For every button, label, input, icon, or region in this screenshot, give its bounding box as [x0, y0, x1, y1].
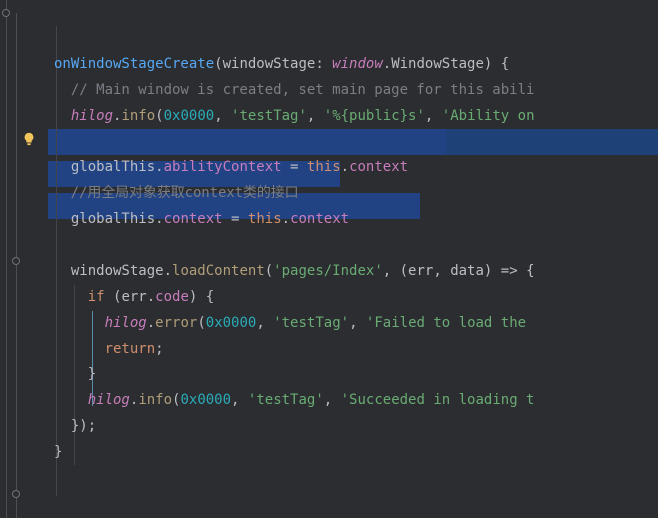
token-punct: .: [282, 211, 290, 227]
token-string: 'Failed to load the: [366, 315, 535, 331]
token-string: 'testTag': [248, 392, 324, 408]
token-punct: .: [164, 263, 172, 279]
token-string: 'pages/Index': [273, 263, 383, 279]
token-punct: .: [155, 159, 163, 175]
token-ident: hilog: [71, 108, 113, 124]
token-param: data: [450, 263, 484, 279]
token-punct: .: [155, 211, 163, 227]
token-string: 'testTag': [273, 315, 349, 331]
token-type: WindowStage: [391, 56, 484, 72]
token-method: info: [121, 108, 155, 124]
token-punct: ,: [349, 315, 366, 331]
token-punct: (: [214, 56, 222, 72]
token-punct: ,: [433, 263, 450, 279]
token-property: code: [155, 289, 189, 305]
token-this: this: [248, 211, 282, 227]
token-operator: =: [223, 211, 248, 227]
token-punct: (: [105, 289, 122, 305]
token-punct: ) {: [189, 289, 214, 305]
token-number: 0x0000: [206, 315, 257, 331]
token-punct: .: [383, 56, 391, 72]
token-ident: hilog: [105, 315, 147, 331]
token-ident: err: [121, 289, 146, 305]
token-ident: globalThis: [71, 211, 155, 227]
token-punct: (: [155, 108, 163, 124]
token-comment: //用全局对象获取context类的接口: [71, 185, 299, 201]
token-function: onWindowStageCreate: [54, 56, 214, 72]
token-punct: .: [341, 159, 349, 175]
token-punct: ;: [155, 341, 163, 357]
token-string: 'Ability on: [442, 108, 535, 124]
code-area[interactable]: onWindowStageCreate(windowStage: window.…: [48, 0, 658, 518]
token-punct: ,: [425, 108, 442, 124]
token-punct: (: [197, 315, 205, 331]
token-string: '%{public}s': [324, 108, 425, 124]
token-number: 0x0000: [180, 392, 231, 408]
token-method: info: [138, 392, 172, 408]
token-punct: (: [265, 263, 273, 279]
token-param: err: [408, 263, 433, 279]
token-string: 'testTag': [231, 108, 307, 124]
gutter: [0, 0, 48, 518]
token-method: error: [155, 315, 197, 331]
token-this: this: [307, 159, 341, 175]
token-ident: globalThis: [71, 159, 155, 175]
token-punct: .: [147, 289, 155, 305]
token-param: windowStage: [223, 56, 316, 72]
token-punct: ,: [231, 392, 248, 408]
token-punct: ,: [256, 315, 273, 331]
token-punct: ,: [324, 392, 341, 408]
token-punct: }: [88, 366, 96, 382]
token-namespace: window: [332, 56, 383, 72]
token-punct: }: [54, 444, 62, 460]
token-punct: ,: [307, 108, 324, 124]
intention-bulb-icon[interactable]: [22, 132, 36, 146]
token-punct: ,: [214, 108, 231, 124]
token-property: context: [349, 159, 408, 175]
token-punct: ) => {: [484, 263, 535, 279]
token-punct: });: [71, 418, 96, 434]
token-ident: hilog: [88, 392, 130, 408]
token-number: 0x0000: [164, 108, 215, 124]
token-property: abilityContext: [164, 159, 282, 175]
token-property: context: [164, 211, 223, 227]
token-punct: , (: [383, 263, 408, 279]
token-punct: ) {: [484, 56, 509, 72]
token-ident: windowStage: [71, 263, 164, 279]
token-method: loadContent: [172, 263, 265, 279]
token-keyword: if: [88, 289, 105, 305]
token-keyword: return: [105, 341, 156, 357]
code-editor[interactable]: onWindowStageCreate(windowStage: window.…: [0, 0, 658, 518]
token-punct: :: [315, 56, 332, 72]
token-string: 'Succeeded in loading t: [341, 392, 535, 408]
token-punct: .: [147, 315, 155, 331]
token-comment: // Main window is created, set main page…: [71, 82, 535, 98]
token-operator: =: [282, 159, 307, 175]
token-property: context: [290, 211, 349, 227]
